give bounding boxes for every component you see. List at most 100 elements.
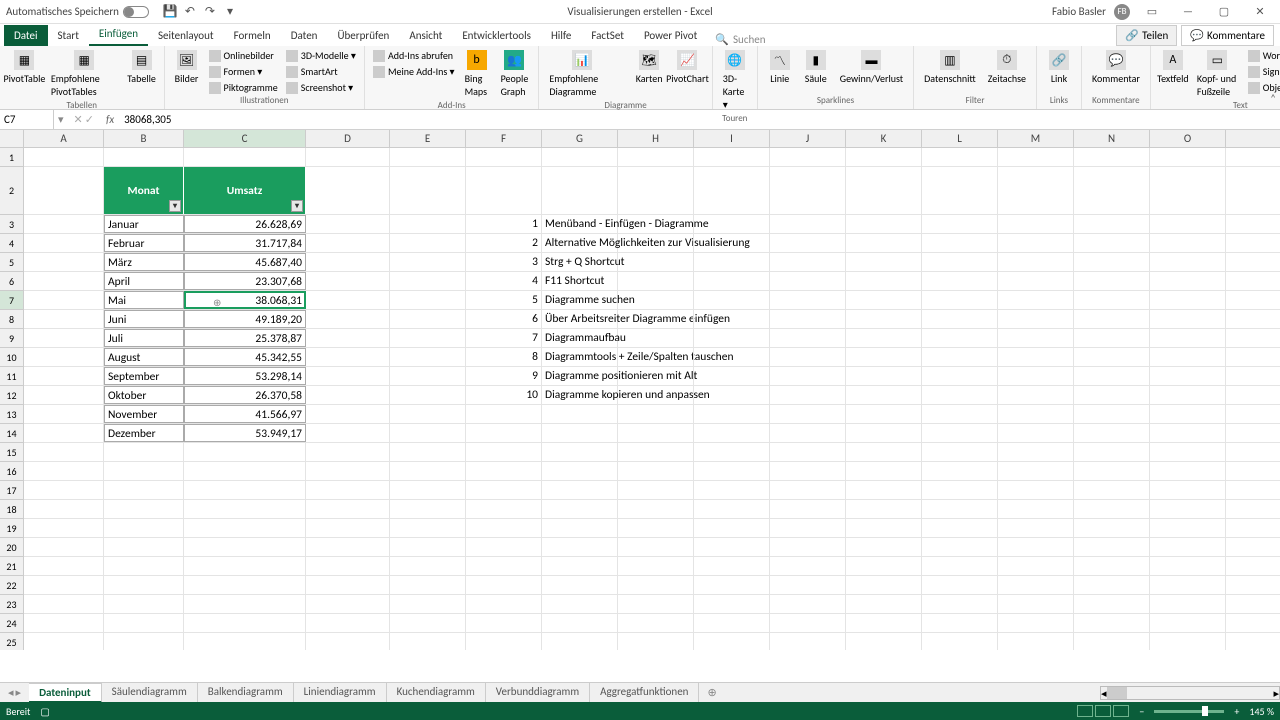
collapse-ribbon-icon[interactable]: ˄ bbox=[1270, 92, 1276, 105]
tab-entwicklertools[interactable]: Entwicklertools bbox=[452, 25, 541, 46]
cell[interactable]: August bbox=[104, 348, 184, 366]
cell[interactable] bbox=[24, 215, 104, 233]
cell[interactable] bbox=[1150, 310, 1226, 328]
col-header-A[interactable]: A bbox=[24, 130, 104, 147]
cell[interactable] bbox=[846, 443, 922, 461]
ribbon-mode-icon[interactable]: ▭ bbox=[1138, 3, 1166, 21]
cell[interactable]: Monat▾ bbox=[104, 167, 184, 214]
cell[interactable] bbox=[466, 538, 542, 556]
cell[interactable] bbox=[1074, 557, 1150, 575]
cell[interactable] bbox=[922, 329, 998, 347]
row-header[interactable]: 7 bbox=[0, 291, 24, 310]
cell[interactable] bbox=[306, 291, 390, 309]
cell[interactable]: 45.342,55 bbox=[184, 348, 306, 366]
cell[interactable] bbox=[770, 500, 846, 518]
cell[interactable] bbox=[1150, 595, 1226, 613]
cell[interactable] bbox=[306, 500, 390, 518]
cell[interactable] bbox=[184, 481, 306, 499]
cell[interactable] bbox=[618, 443, 694, 461]
cell[interactable] bbox=[24, 310, 104, 328]
icons-button[interactable]: Piktogramme bbox=[207, 80, 280, 95]
cell[interactable] bbox=[24, 253, 104, 271]
sheet-nav-next-icon[interactable]: ▸ bbox=[16, 686, 22, 699]
cell[interactable]: April bbox=[104, 272, 184, 290]
col-header-C[interactable]: C bbox=[184, 130, 306, 147]
zoom-in-icon[interactable]: + bbox=[1234, 705, 1239, 718]
sparkline-line-button[interactable]: 〽Linie bbox=[764, 48, 796, 87]
cell[interactable]: 49.189,20 bbox=[184, 310, 306, 328]
cell[interactable] bbox=[770, 614, 846, 632]
row-header[interactable]: 14 bbox=[0, 424, 24, 443]
cell[interactable] bbox=[1074, 215, 1150, 233]
cell[interactable] bbox=[846, 310, 922, 328]
cell[interactable]: Über Arbeitsreiter Diagramme einfügen bbox=[542, 310, 618, 328]
cell[interactable] bbox=[1074, 443, 1150, 461]
cell[interactable] bbox=[922, 443, 998, 461]
cell[interactable]: 1 bbox=[466, 215, 542, 233]
cell[interactable] bbox=[922, 148, 998, 166]
table-button[interactable]: ▤Tabelle bbox=[126, 48, 158, 87]
cell[interactable] bbox=[184, 519, 306, 537]
cell[interactable] bbox=[1074, 291, 1150, 309]
tab-seitenlayout[interactable]: Seitenlayout bbox=[148, 25, 224, 46]
cell[interactable] bbox=[846, 405, 922, 423]
col-header-B[interactable]: B bbox=[104, 130, 184, 147]
cell[interactable] bbox=[618, 310, 694, 328]
cell[interactable] bbox=[1150, 614, 1226, 632]
cell[interactable] bbox=[1074, 538, 1150, 556]
tab-factset[interactable]: FactSet bbox=[581, 25, 634, 46]
cell[interactable] bbox=[846, 519, 922, 537]
cell[interactable]: Menüband - Einfügen - Diagramme bbox=[542, 215, 618, 233]
cell[interactable] bbox=[390, 424, 466, 442]
cell[interactable] bbox=[1074, 348, 1150, 366]
col-header-J[interactable]: J bbox=[770, 130, 846, 147]
col-header-F[interactable]: F bbox=[466, 130, 542, 147]
cell[interactable] bbox=[846, 253, 922, 271]
maximize-icon[interactable]: ▢ bbox=[1210, 3, 1238, 21]
cell[interactable]: 25.378,87 bbox=[184, 329, 306, 347]
slicer-button[interactable]: ▥Datenschnitt bbox=[920, 48, 980, 87]
cell[interactable] bbox=[104, 519, 184, 537]
cell[interactable]: 7 bbox=[466, 329, 542, 347]
row-header[interactable]: 21 bbox=[0, 557, 24, 576]
cell[interactable] bbox=[24, 405, 104, 423]
row-header[interactable]: 3 bbox=[0, 215, 24, 234]
cell[interactable] bbox=[770, 348, 846, 366]
cell[interactable] bbox=[542, 405, 618, 423]
comment-button[interactable]: 💬Kommentar bbox=[1088, 48, 1144, 87]
redo-icon[interactable]: ↷ bbox=[203, 5, 217, 19]
cell[interactable] bbox=[542, 462, 618, 480]
cell[interactable] bbox=[998, 148, 1074, 166]
cell[interactable]: 38.068,31 bbox=[184, 291, 306, 309]
cell[interactable] bbox=[922, 167, 998, 214]
row-header[interactable]: 19 bbox=[0, 519, 24, 538]
cell[interactable]: Diagramme kopieren und anpassen bbox=[542, 386, 618, 404]
cell[interactable] bbox=[1150, 148, 1226, 166]
cell[interactable] bbox=[694, 291, 770, 309]
tell-me-search[interactable]: 🔍Suchen bbox=[715, 33, 765, 46]
toggle-icon[interactable] bbox=[123, 6, 149, 18]
cell[interactable] bbox=[846, 367, 922, 385]
cell[interactable] bbox=[24, 481, 104, 499]
cell[interactable] bbox=[922, 405, 998, 423]
get-addins-button[interactable]: Add-Ins abrufen bbox=[371, 48, 457, 63]
cell[interactable] bbox=[466, 167, 542, 214]
sheet-tab[interactable]: Säulendiagramm bbox=[102, 683, 198, 703]
cell[interactable] bbox=[846, 348, 922, 366]
cell[interactable] bbox=[846, 557, 922, 575]
sheet-tab[interactable]: Liniendiagramm bbox=[294, 683, 387, 703]
cell[interactable] bbox=[998, 348, 1074, 366]
cell[interactable] bbox=[104, 557, 184, 575]
cell[interactable] bbox=[922, 519, 998, 537]
comments-button[interactable]: 💬 Kommentare bbox=[1181, 25, 1274, 46]
cell[interactable]: 2 bbox=[466, 234, 542, 252]
cell[interactable] bbox=[618, 557, 694, 575]
cell[interactable]: 26.628,69 bbox=[184, 215, 306, 233]
cell[interactable] bbox=[24, 595, 104, 613]
cell[interactable] bbox=[694, 500, 770, 518]
cell[interactable] bbox=[390, 519, 466, 537]
cell[interactable] bbox=[466, 614, 542, 632]
close-icon[interactable]: ✕ bbox=[1246, 3, 1274, 21]
macro-record-icon[interactable]: ▢ bbox=[40, 705, 49, 718]
cell[interactable] bbox=[306, 633, 390, 650]
